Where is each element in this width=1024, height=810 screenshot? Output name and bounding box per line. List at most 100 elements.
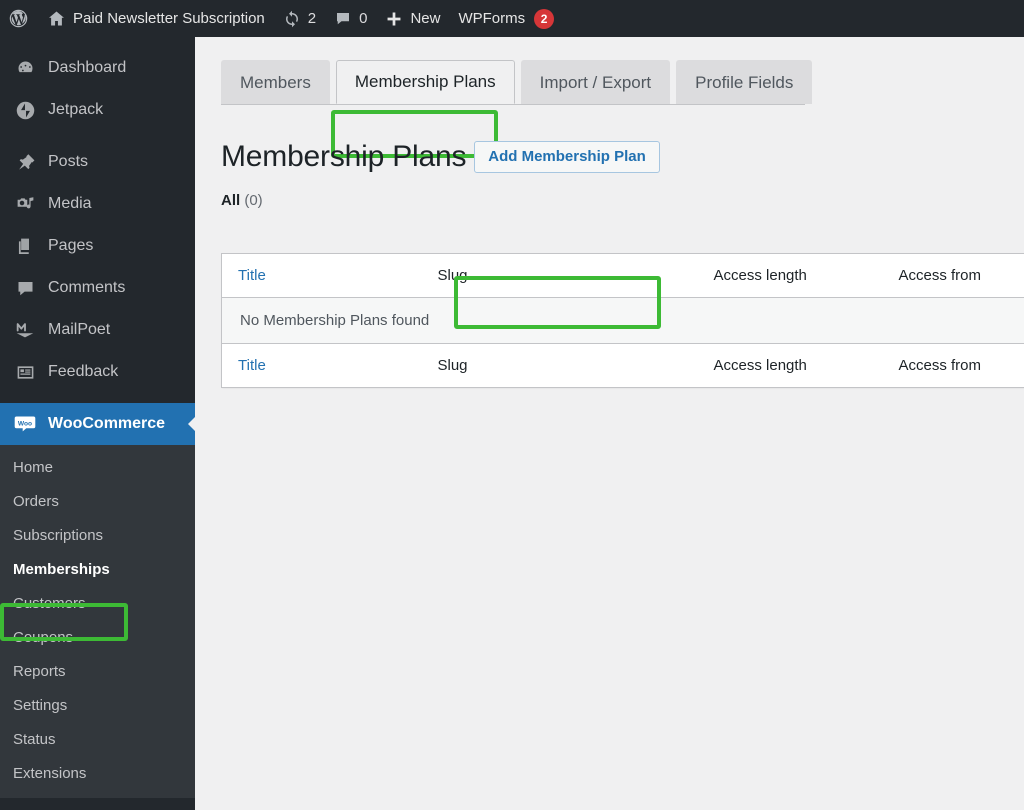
sidebar-item-mailpoet[interactable]: MailPoet [0,309,195,351]
sidebar-item-label: Comments [48,279,126,296]
column-header-access-from-label: Access from [898,267,982,284]
sidebar-item-comments[interactable]: Comments [0,267,195,309]
sidebar-item-posts[interactable]: Posts [0,141,195,183]
updates-icon [283,10,301,28]
sidebar-item-dashboard[interactable]: Dashboard [0,47,195,89]
wp-logo-menu[interactable] [0,0,38,37]
empty-message: No Membership Plans found [221,297,1024,344]
tab-import-export[interactable]: Import / Export [520,60,671,104]
sidebar-item-label: MailPoet [48,321,111,338]
new-content-menu[interactable]: New [376,0,449,37]
jetpack-icon [12,97,38,123]
sidebar-subitem-label: Memberships [13,560,110,578]
wordpress-admin-screen: Paid Newsletter Subscription 2 0 New WPF… [0,0,1024,810]
sidebar-item-jetpack[interactable]: Jetpack [0,89,195,131]
sidebar-item-label: Pages [48,237,94,254]
sidebar-subitem-home[interactable]: Home [0,450,195,484]
sidebar-item-feedback[interactable]: Feedback [0,351,195,393]
updates-count: 2 [307,10,317,27]
sidebar-subitem-orders[interactable]: Orders [0,484,195,518]
membership-plans-table: Title Slug Access length Access from No … [221,253,1024,388]
column-header-access-from: Access from [882,253,1024,298]
comments-count: 0 [359,10,368,27]
updates-menu[interactable]: 2 [274,0,325,37]
table-footer-row: Title Slug Access length Access from [221,343,1024,388]
comments-menu[interactable]: 0 [325,0,376,37]
tab-membership-plans[interactable]: Membership Plans [335,60,515,104]
table-header-row: Title Slug Access length Access from [221,253,1024,298]
menu-spacer [0,37,195,47]
media-icon [12,191,38,217]
pin-icon [12,149,38,175]
sidebar-subitem-label: Orders [13,492,59,510]
sidebar-subitem-label: Extensions [13,764,87,782]
sidebar-item-label: Feedback [48,363,119,380]
wpforms-label: WPForms [458,10,526,27]
tab-members[interactable]: Members [221,60,330,104]
sidebar-subitem-reports[interactable]: Reports [0,654,195,688]
column-header-access-length: Access length [697,253,883,298]
add-membership-plan-button[interactable]: Add Membership Plan [474,141,660,173]
column-footer-access-from: Access from [882,343,1024,388]
mailpoet-icon [12,317,38,343]
menu-spacer [0,393,195,403]
site-name-label: Paid Newsletter Subscription [73,10,265,27]
column-footer-access-from-label: Access from [898,357,982,374]
sidebar-item-pages[interactable]: Pages [0,225,195,267]
new-content-label: New [410,10,441,27]
tab-label: Import / Export [539,72,652,92]
column-header-title[interactable]: Title [221,253,422,298]
admin-sidebar-menu: Dashboard Jetpack Posts Media Pages Comm… [0,37,195,810]
comment-bubble-icon [334,10,352,28]
woocommerce-icon: Woo [12,411,38,437]
page-title: Membership Plans [221,140,467,173]
filter-all-count: (0) [244,192,263,209]
column-footer-slug-label: Slug [437,357,468,374]
sidebar-subitem-extensions[interactable]: Extensions [0,756,195,790]
sidebar-item-label: Dashboard [48,59,127,76]
svg-text:Woo: Woo [18,420,32,427]
page-header: Membership Plans Add Membership Plan [221,140,1024,329]
woocommerce-submenu: Home Orders Subscriptions Memberships Cu… [0,445,195,798]
column-header-access-length-label: Access length [713,267,807,284]
sidebar-item-woocommerce[interactable]: Woo WooCommerce [0,403,195,445]
filter-all-link[interactable]: All [221,192,240,209]
sidebar-subitem-subscriptions[interactable]: Subscriptions [0,518,195,552]
tab-label: Membership Plans [354,72,496,91]
column-footer-slug: Slug [421,343,698,388]
column-footer-title-label: Title [238,357,266,374]
sidebar-subitem-settings[interactable]: Settings [0,688,195,722]
sidebar-item-media[interactable]: Media [0,183,195,225]
tab-profile-fields[interactable]: Profile Fields [676,60,813,104]
nav-tab-wrapper: Members Membership Plans Import / Export… [221,58,1024,158]
wpforms-menu[interactable]: WPForms 2 [449,0,563,37]
site-name-menu[interactable]: Paid Newsletter Subscription [38,0,274,37]
sidebar-subitem-memberships[interactable]: Memberships [0,552,195,586]
table-foot: Title Slug Access length Access from [221,343,1024,388]
sidebar-subitem-status[interactable]: Status [0,722,195,756]
column-header-slug: Slug [421,253,698,298]
table-body: No Membership Plans found [221,297,1024,344]
sidebar-subitem-label: Subscriptions [13,526,104,544]
sidebar-subitem-label: Reports [13,662,66,680]
sidebar-subitem-label: Coupons [13,628,74,646]
sidebar-subitem-label: Customers [13,594,86,612]
sidebar-item-label: Jetpack [48,101,104,118]
column-header-slug-label: Slug [437,267,468,284]
content-area: Members Membership Plans Import / Export… [195,37,1024,810]
list-filter-links: All (0) [221,192,1024,209]
sidebar-item-label: Posts [48,153,89,170]
sidebar-item-label: Media [48,195,92,212]
sidebar-subitem-coupons[interactable]: Coupons [0,620,195,654]
sidebar-subitem-customers[interactable]: Customers [0,586,195,620]
table-head: Title Slug Access length Access from [221,253,1024,298]
column-footer-access-length: Access length [697,343,883,388]
admin-bar: Paid Newsletter Subscription 2 0 New WPF… [0,0,1024,37]
menu-spacer [0,131,195,141]
tab-label: Members [240,72,311,92]
column-footer-title[interactable]: Title [221,343,422,388]
feedback-icon [12,359,38,385]
column-footer-access-length-label: Access length [713,357,807,374]
nav-tabs: Members Membership Plans Import / Export… [221,58,1024,104]
sidebar-subitem-label: Settings [13,696,68,714]
